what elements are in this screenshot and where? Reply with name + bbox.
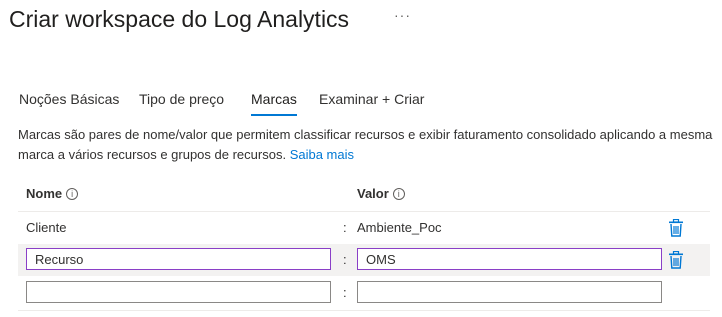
separator: : (343, 252, 347, 267)
new-tag-value-input[interactable] (357, 281, 662, 303)
name-header-label: Nome (26, 186, 63, 201)
value-header-label: Valor (357, 186, 389, 201)
trash-icon[interactable] (668, 219, 684, 237)
divider (18, 211, 710, 212)
tag-name-cliente: Cliente (26, 220, 67, 235)
divider (18, 310, 710, 311)
trash-icon[interactable] (668, 251, 684, 269)
tab-nocoes-basicas[interactable]: Noções Básicas (19, 89, 119, 109)
tab-marcas[interactable]: Marcas (251, 89, 297, 116)
separator: : (343, 220, 347, 235)
info-icon[interactable]: i (66, 188, 79, 200)
tag-value-ambiente-poc: Ambiente_Poc (357, 220, 442, 235)
page-title: Criar workspace do Log Analytics (9, 6, 350, 32)
tab-examinar-criar[interactable]: Examinar + Criar (319, 89, 424, 109)
learn-more-link[interactable]: Saiba mais (290, 147, 354, 162)
new-tag-name-input[interactable] (26, 281, 331, 303)
separator: : (343, 285, 347, 300)
info-icon[interactable]: i (392, 188, 405, 200)
description: Marcas são pares de nome/valor que permi… (18, 125, 718, 165)
tag-value-input[interactable] (357, 248, 662, 270)
value-column-header: Valor i (357, 186, 405, 201)
more-icon[interactable]: ··· (394, 7, 411, 23)
tab-tipo-de-preco[interactable]: Tipo de preço (139, 89, 224, 109)
tag-name-input[interactable] (26, 248, 331, 270)
description-text: Marcas são pares de nome/valor que permi… (18, 127, 713, 162)
name-column-header: Nome i (26, 186, 79, 201)
